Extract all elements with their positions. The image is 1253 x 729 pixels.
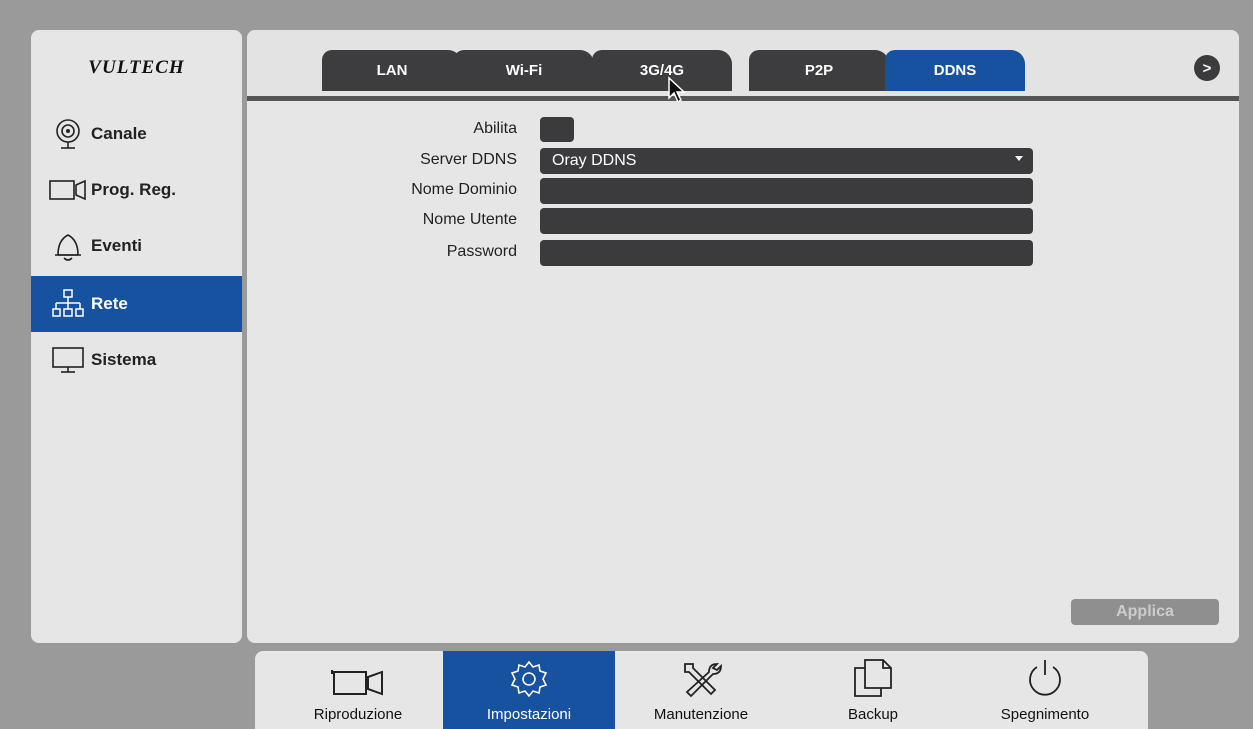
server-ddns-label: Server DDNS — [420, 151, 517, 168]
monitor-icon — [45, 343, 91, 377]
bottom-item-spegnimento[interactable]: Spegnimento — [959, 651, 1131, 729]
power-icon — [1025, 658, 1065, 706]
bottom-item-manutenzione[interactable]: Manutenzione — [615, 651, 787, 729]
bottom-toolbar: Riproduzione Impostazioni Manutenzione B… — [255, 651, 1148, 729]
copy-files-icon — [853, 658, 893, 706]
tools-icon — [679, 660, 723, 706]
sidebar-item-label: Eventi — [91, 236, 143, 255]
mouse-pointer-icon — [667, 76, 687, 109]
brand-logo: VULTECH — [88, 57, 185, 78]
password-field[interactable] — [540, 240, 1033, 266]
sidebar: VULTECH Canale Prog. Reg. Eventi Rete Si… — [31, 30, 242, 643]
next-tab-button[interactable]: > — [1194, 55, 1220, 81]
apply-button[interactable]: Applica — [1071, 599, 1219, 625]
bottom-item-label: Backup — [847, 706, 899, 723]
tab-ddns[interactable]: DDNS — [885, 50, 1025, 91]
enable-label: Abilita — [473, 120, 517, 137]
sidebar-item-prog-reg[interactable]: Prog. Reg. — [31, 162, 242, 218]
record-schedule-icon — [45, 173, 91, 207]
sidebar-item-label: Sistema — [91, 350, 157, 369]
username-label: Nome Utente — [422, 211, 517, 228]
tab-p2p[interactable]: P2P — [749, 50, 889, 91]
bottom-item-label: Spegnimento — [1000, 706, 1090, 723]
settings-panel: LAN Wi-Fi 3G/4G P2P DDNS > Abilita Serve… — [247, 30, 1239, 643]
password-label: Password — [446, 243, 517, 260]
chevron-down-icon — [1015, 156, 1023, 161]
sidebar-item-canale[interactable]: Canale — [31, 106, 242, 162]
bottom-item-backup[interactable]: Backup — [787, 651, 959, 729]
domain-name-label: Nome Dominio — [411, 181, 517, 198]
bottom-item-riproduzione[interactable]: Riproduzione — [272, 651, 444, 729]
server-ddns-select[interactable]: Oray DDNS — [540, 148, 1033, 174]
bottom-item-label: Impostazioni — [486, 706, 572, 723]
tab-lan[interactable]: LAN — [322, 50, 462, 91]
tab-wifi[interactable]: Wi-Fi — [454, 50, 594, 91]
sidebar-item-rete[interactable]: Rete — [31, 276, 242, 332]
server-ddns-value: Oray DDNS — [552, 152, 637, 169]
bottom-item-label: Riproduzione — [313, 706, 403, 723]
bell-icon — [45, 229, 91, 263]
sidebar-item-label: Rete — [91, 294, 128, 313]
bottom-item-label: Manutenzione — [653, 706, 749, 723]
tab-3g4g[interactable]: 3G/4G — [592, 50, 732, 91]
gear-icon — [509, 660, 549, 706]
tab-bar: LAN Wi-Fi 3G/4G P2P DDNS > — [247, 30, 1239, 101]
domain-name-field[interactable] — [540, 178, 1033, 204]
sidebar-item-label: Canale — [91, 124, 147, 143]
username-field[interactable] — [540, 208, 1033, 234]
sidebar-item-sistema[interactable]: Sistema — [31, 332, 242, 388]
sidebar-item-label: Prog. Reg. — [91, 180, 177, 199]
camera-lens-icon — [45, 117, 91, 151]
bottom-item-impostazioni[interactable]: Impostazioni — [443, 651, 615, 729]
network-icon — [45, 287, 91, 321]
sidebar-item-eventi[interactable]: Eventi — [31, 218, 242, 274]
enable-checkbox[interactable] — [540, 117, 574, 142]
video-camera-icon — [326, 668, 390, 706]
